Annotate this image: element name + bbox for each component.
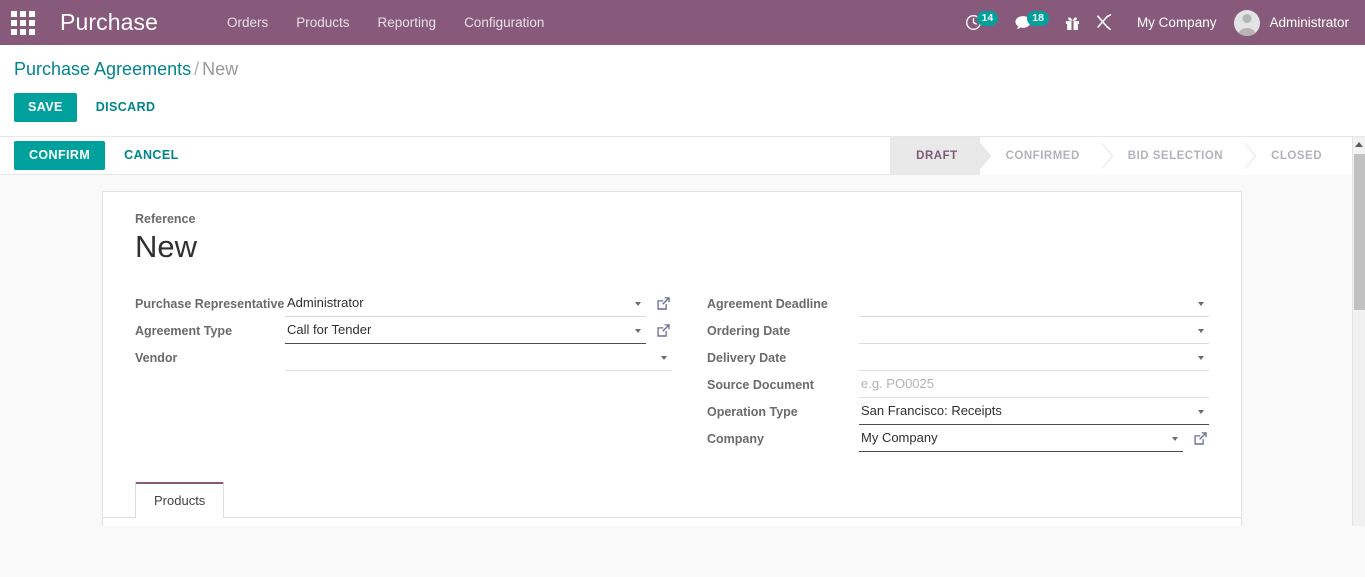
stage-draft[interactable]: DRAFT [890, 137, 979, 175]
activities-menu-button[interactable]: 14 [957, 0, 1007, 45]
input-delivery-date[interactable] [859, 345, 1209, 371]
user-name-label: Administrator [1269, 15, 1349, 30]
column-product[interactable]: Product [103, 518, 357, 526]
messages-menu-button[interactable]: 18 [1006, 0, 1057, 45]
form-scroll-region: CONFIRM CANCEL DRAFT CONFIRMED BID SELEC… [0, 137, 1352, 526]
field-company: Company [707, 426, 1209, 453]
status-pipeline: DRAFT CONFIRMED BID SELECTION CLOSED [890, 137, 1352, 175]
input-purchase-representative[interactable] [285, 291, 646, 317]
table-header-row: Product Custom Description Quantity Orde… [103, 518, 1241, 526]
control-panel-buttons: SAVE DISCARD [14, 81, 1365, 136]
menu-orders[interactable]: Orders [213, 0, 282, 45]
breadcrumb-purchase-agreements[interactable]: Purchase Agreements [14, 59, 191, 79]
main-menu: Orders Products Reporting Configuration [213, 0, 558, 45]
breadcrumb-separator: / [191, 59, 202, 79]
label-operation-type: Operation Type [707, 399, 859, 421]
field-vendor: Vendor [135, 345, 672, 372]
column-uom[interactable]: UoM [849, 518, 1113, 526]
tab-products[interactable]: Products [135, 482, 224, 518]
sheet-background: Reference New Purchase Representative [0, 175, 1352, 526]
menu-products[interactable]: Products [282, 0, 363, 45]
label-agreement-type: Agreement Type [135, 318, 285, 340]
save-button[interactable]: SAVE [14, 93, 77, 122]
field-ordering-date: Ordering Date [707, 318, 1209, 345]
user-menu-button[interactable]: Administrator [1230, 0, 1355, 45]
activities-count-badge: 14 [977, 11, 999, 26]
label-vendor: Vendor [135, 345, 285, 367]
breadcrumb-current: New [202, 59, 238, 79]
notebook-tabs: Products [103, 482, 1241, 518]
reference-label: Reference [135, 212, 1209, 226]
optional-columns-toggle[interactable] [1215, 518, 1241, 526]
input-company[interactable] [859, 426, 1183, 452]
input-ordering-date[interactable] [859, 318, 1209, 344]
vertical-scrollbar[interactable] [1352, 137, 1365, 526]
control-panel: Purchase Agreements/New SAVE DISCARD [0, 45, 1365, 137]
field-group-right: Agreement Deadline Ordering Date [672, 291, 1209, 453]
menu-reporting[interactable]: Reporting [364, 0, 451, 45]
messages-count-badge: 18 [1027, 11, 1049, 26]
apps-grid-icon [11, 11, 35, 35]
notebook: Products Product Custom Description Quan… [103, 482, 1241, 526]
field-groups: Purchase Representative [135, 291, 1209, 453]
gift-icon [1065, 15, 1080, 31]
stage-closed[interactable]: CLOSED [1245, 137, 1352, 175]
apps-menu-button[interactable] [0, 0, 46, 45]
scrollbar-thumb[interactable] [1354, 154, 1365, 310]
column-unit-price[interactable]: Unit Price [1113, 518, 1215, 526]
tools-icon [1096, 14, 1113, 31]
field-delivery-date: Delivery Date [707, 345, 1209, 372]
order-lines-table: Product Custom Description Quantity Orde… [103, 518, 1241, 526]
debug-tools-button[interactable] [1088, 0, 1121, 45]
breadcrumb: Purchase Agreements/New [14, 45, 1365, 81]
label-company: Company [707, 426, 859, 448]
chevron-up-icon [1355, 142, 1363, 147]
discard-button[interactable]: DISCARD [83, 93, 169, 122]
statusbar: CONFIRM CANCEL DRAFT CONFIRMED BID SELEC… [0, 137, 1352, 175]
column-custom-description[interactable]: Custom Description [357, 518, 662, 526]
column-quantity[interactable]: Quantity [661, 518, 742, 526]
label-purchase-representative: Purchase Representative [135, 291, 285, 313]
field-group-left: Purchase Representative [135, 291, 672, 453]
top-navbar: Purchase Orders Products Reporting Confi… [0, 0, 1365, 45]
reference-value[interactable]: New [135, 227, 1209, 267]
label-delivery-date: Delivery Date [707, 345, 859, 367]
external-link-icon-agreement-type[interactable] [656, 323, 672, 339]
label-agreement-deadline: Agreement Deadline [707, 291, 859, 313]
field-operation-type: Operation Type [707, 399, 1209, 426]
stage-bid-selection[interactable]: BID SELECTION [1102, 137, 1245, 175]
field-agreement-deadline: Agreement Deadline [707, 291, 1209, 318]
input-operation-type[interactable] [859, 399, 1209, 425]
field-source-document: Source Document [707, 372, 1209, 399]
external-link-icon-purchase-representative[interactable] [656, 296, 672, 312]
input-agreement-deadline[interactable] [859, 291, 1209, 317]
input-agreement-type[interactable] [285, 318, 646, 344]
form-sheet: Reference New Purchase Representative [102, 191, 1242, 526]
label-source-document: Source Document [707, 372, 859, 394]
stage-confirmed[interactable]: CONFIRMED [980, 137, 1102, 175]
input-vendor[interactable] [285, 345, 672, 371]
menu-configuration[interactable]: Configuration [450, 0, 558, 45]
confirm-button[interactable]: CONFIRM [14, 141, 105, 170]
column-ordered-quantity[interactable]: Ordered Qua… [743, 518, 850, 526]
systray: 14 18 My Company [957, 0, 1365, 45]
gift-menu-button[interactable] [1057, 0, 1088, 45]
cancel-button[interactable]: CANCEL [111, 141, 191, 170]
field-agreement-type: Agreement Type [135, 318, 672, 345]
form-view: CONFIRM CANCEL DRAFT CONFIRMED BID SELEC… [0, 137, 1365, 526]
app-brand-purchase[interactable]: Purchase [46, 0, 168, 45]
company-switcher[interactable]: My Company [1121, 15, 1231, 30]
user-avatar [1234, 10, 1260, 36]
scroll-up-button[interactable] [1353, 137, 1365, 152]
label-ordering-date: Ordering Date [707, 318, 859, 340]
external-link-icon-company[interactable] [1193, 431, 1209, 447]
field-purchase-representative: Purchase Representative [135, 291, 672, 318]
input-source-document[interactable] [859, 372, 1209, 398]
